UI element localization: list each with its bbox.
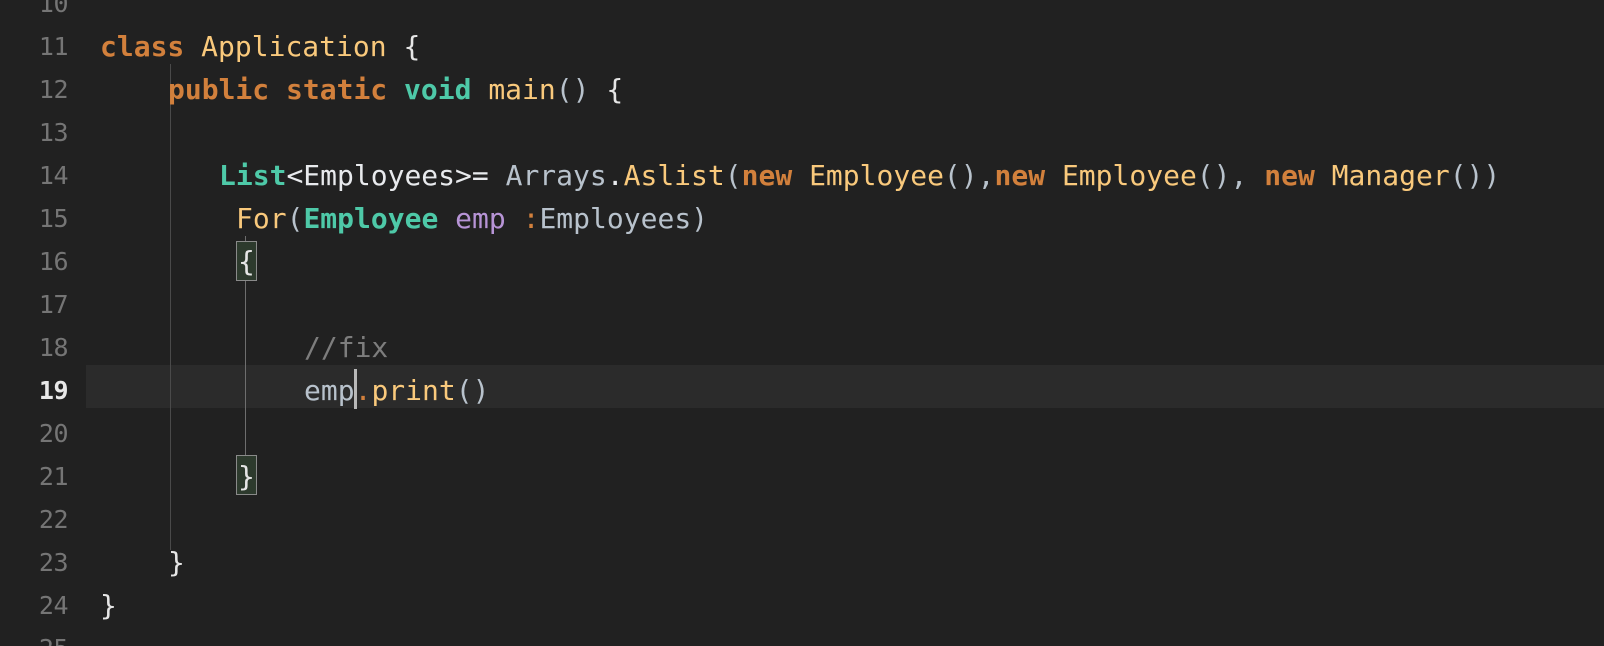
code-token: ) — [691, 202, 709, 235]
line-number-20[interactable]: 20 — [0, 412, 69, 455]
line-number-23[interactable]: 23 — [0, 541, 69, 584]
code-token: () — [1196, 159, 1231, 192]
code-editor[interactable]: 10 11 12 13 14 15 16 17 18 19 20 21 22 2… — [0, 0, 1604, 646]
code-token: , — [977, 159, 995, 192]
code-token: emp — [304, 374, 355, 407]
line-number-18[interactable]: 18 — [0, 326, 69, 369]
line-number-24[interactable]: 24 — [0, 584, 69, 627]
code-token: : — [522, 202, 540, 235]
code-token: public — [168, 73, 270, 106]
code-token: { — [238, 245, 255, 278]
code-token: { — [403, 30, 421, 63]
code-token: Manager — [1331, 159, 1450, 192]
code-token: Aslist — [623, 159, 725, 192]
line-number-11[interactable]: 11 — [0, 25, 69, 68]
code-line-18[interactable]: //fix — [304, 326, 388, 369]
code-token: () — [943, 159, 978, 192]
code-token: . — [354, 374, 372, 407]
code-token: new — [741, 159, 793, 192]
line-number-13[interactable]: 13 — [0, 111, 69, 154]
line-number-14[interactable]: 14 — [0, 154, 69, 197]
code-text-area[interactable]: class Application { public static void m… — [0, 0, 1604, 646]
code-line-11[interactable]: class Application { — [100, 25, 420, 68]
code-token: List — [219, 159, 287, 192]
code-token: } — [238, 460, 255, 493]
code-token: . — [606, 159, 624, 192]
code-line-12[interactable]: public static void main() { — [168, 68, 623, 111]
code-token: print — [371, 374, 456, 407]
code-line-15[interactable]: For(Employee emp :Employees) — [236, 197, 708, 240]
active-line-highlight — [0, 365, 1604, 408]
code-line-19[interactable]: emp.print() — [304, 369, 489, 412]
code-token: Employees — [539, 202, 692, 235]
indent-guide-level-1 — [170, 64, 171, 550]
code-token: Application — [201, 30, 387, 63]
line-number-17[interactable]: 17 — [0, 283, 69, 326]
code-token: static — [286, 73, 388, 106]
code-line-23[interactable]: } — [168, 541, 185, 584]
code-token: } — [100, 589, 117, 622]
code-token: ()) — [1449, 159, 1501, 192]
line-number-21[interactable]: 21 — [0, 455, 69, 498]
line-number-16[interactable]: 16 — [0, 240, 69, 283]
text-cursor — [354, 369, 357, 409]
code-token: ( — [286, 202, 304, 235]
line-number-10[interactable]: 10 — [0, 0, 69, 25]
code-token: } — [168, 546, 185, 579]
code-line-21[interactable]: } — [238, 455, 255, 498]
code-line-24[interactable]: } — [100, 584, 117, 627]
code-token: ( — [724, 159, 742, 192]
code-line-14[interactable]: List<Employees>= Arrays.Aslist(new Emplo… — [219, 154, 1500, 197]
code-token: , — [1230, 159, 1265, 192]
code-token: //fix — [304, 331, 389, 364]
code-token: void — [404, 73, 472, 106]
code-token: Employee — [303, 202, 439, 235]
line-number-15[interactable]: 15 — [0, 197, 69, 240]
code-token: class — [100, 30, 185, 63]
code-token: new — [994, 159, 1046, 192]
code-token: () — [455, 374, 490, 407]
code-token: main — [488, 73, 556, 106]
code-token: <Employees>= — [286, 159, 489, 192]
code-token: new — [1264, 159, 1315, 192]
line-number-19[interactable]: 19 — [0, 369, 69, 412]
code-token: For — [236, 202, 287, 235]
code-token: Employee — [809, 159, 944, 192]
line-number-22[interactable]: 22 — [0, 498, 69, 541]
line-number-gutter: 10 11 12 13 14 15 16 17 18 19 20 21 22 2… — [0, 0, 86, 646]
code-token: { — [606, 73, 624, 106]
code-token: emp — [455, 202, 506, 235]
code-line-16[interactable]: { — [238, 240, 255, 283]
code-token: () — [555, 73, 590, 106]
code-token: Employee — [1061, 159, 1197, 192]
code-token: Arrays — [505, 159, 607, 192]
line-number-12[interactable]: 12 — [0, 68, 69, 111]
line-number-25[interactable]: 25 — [0, 627, 69, 646]
